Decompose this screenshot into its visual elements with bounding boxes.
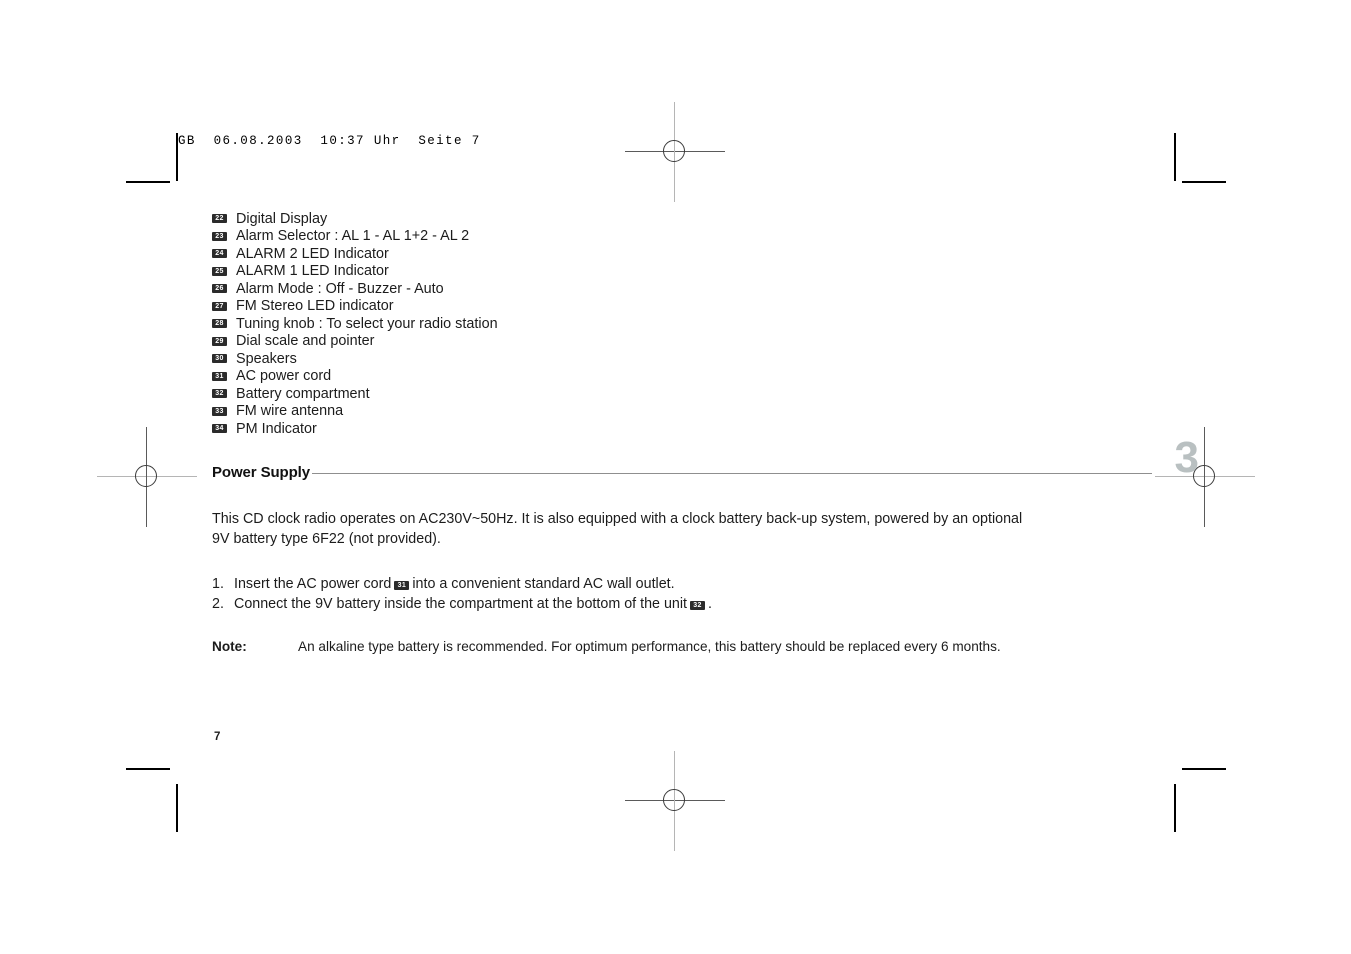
feature-list-item: 22 Digital Display	[212, 210, 1152, 228]
callout-number-badge: 28	[212, 319, 227, 329]
note-text: An alkaline type battery is recommended.…	[298, 638, 1001, 654]
feature-label: Digital Display	[236, 210, 328, 227]
feature-label: Alarm Selector : AL 1 - AL 1+2 - AL 2	[236, 228, 470, 245]
feature-list-item: 28 Tuning knob : To select your radio sta…	[212, 315, 1152, 333]
note-block: Note: An alkaline type battery is recomm…	[212, 639, 1152, 654]
feature-list-item: 31 AC power cord	[212, 368, 1152, 386]
feature-list-item: 29 Dial scale and pointer	[212, 333, 1152, 351]
feature-list-item: 25 ALARM 1 LED Indicator	[212, 263, 1152, 281]
step-text-before-badge: Connect the 9V battery inside the compar…	[234, 596, 687, 612]
feature-label: PM Indicator	[236, 420, 317, 437]
callout-number-badge: 29	[212, 336, 227, 346]
crop-mark-bottom-right-horizontal	[1182, 768, 1226, 770]
feature-label: FM wire antenna	[236, 403, 344, 420]
section-heading: Power Supply 3	[212, 435, 1199, 481]
callout-number-badge: 31	[212, 371, 227, 381]
feature-label: ALARM 2 LED Indicator	[236, 245, 389, 262]
registration-mark-right	[1155, 427, 1255, 527]
feature-callout-list: 22 Digital Display 23 Alarm Selector : AL 1…	[212, 210, 1152, 438]
callout-number-badge: 27	[212, 301, 227, 311]
feature-list-item: 27 FM Stereo LED indicator	[212, 298, 1152, 316]
feature-list-item: 23 Alarm Selector : AL 1 - AL 1+2 - AL 2	[212, 228, 1152, 246]
crop-mark-top-right-vertical	[1174, 133, 1176, 181]
crop-mark-top-right-horizontal	[1182, 181, 1226, 183]
chapter-number: 3	[1174, 432, 1200, 482]
feature-list-item: 34 PM Indicator	[212, 420, 1152, 438]
callout-number-badge: 34	[212, 424, 227, 434]
callout-number-badge: 33	[212, 406, 227, 416]
crop-mark-bottom-right-vertical	[1174, 784, 1176, 832]
heading-rule	[312, 472, 1152, 474]
registration-mark-top	[625, 102, 725, 202]
callout-number-badge: 25	[212, 266, 227, 276]
callout-number-badge: 23	[212, 231, 227, 241]
step-number: 2.	[212, 596, 224, 612]
feature-label: AC power cord	[236, 368, 332, 385]
callout-number-badge: 32	[212, 389, 227, 399]
intro-paragraph: This CD clock radio operates on AC230V~5…	[212, 510, 1023, 548]
callout-number-badge: 30	[212, 354, 227, 364]
step-text: Insert the AC power cord 31 into a conveni…	[234, 574, 675, 595]
step-row: 1. Insert the AC power cord 31 into a conve…	[212, 574, 1152, 595]
feature-label: Alarm Mode : Off - Buzzer - Auto	[236, 280, 444, 297]
registration-circle	[663, 789, 685, 811]
feature-label: ALARM 1 LED Indicator	[236, 263, 389, 280]
note-label: Note:	[212, 638, 247, 654]
page-content: 22 Digital Display 23 Alarm Selector : AL 1…	[212, 210, 1199, 654]
feature-label: Speakers	[236, 350, 297, 367]
crop-mark-bottom-left-horizontal	[126, 768, 170, 770]
feature-list-item: 33 FM wire antenna	[212, 403, 1152, 421]
feature-label: Battery compartment	[236, 385, 370, 402]
numbered-steps: 1. Insert the AC power cord 31 into a conve…	[212, 574, 1152, 615]
callout-number-badge: 31	[394, 580, 410, 590]
step-text-after-badge: .	[708, 596, 712, 612]
callout-number-badge: 22	[212, 214, 227, 224]
registration-mark-left	[97, 427, 197, 527]
file-header-strip: GB 06.08.2003 10:37 Uhr Seite 7	[178, 134, 481, 148]
step-row: 2. Connect the 9V battery inside the comp…	[212, 594, 1152, 615]
callout-number-badge: 26	[212, 284, 227, 294]
page-title: Power Supply	[212, 463, 310, 481]
feature-label: FM Stereo LED indicator	[236, 298, 394, 315]
page-folio-number: 7	[214, 731, 221, 743]
feature-list-item: 32 Battery compartment	[212, 385, 1152, 403]
step-text-before-badge: Insert the AC power cord	[234, 575, 392, 592]
step-text-after-badge: into a convenient standard AC wall outle…	[412, 575, 675, 592]
feature-list-item: 30 Speakers	[212, 350, 1152, 368]
crop-mark-bottom-left-vertical	[176, 784, 178, 832]
feature-list-item: 26 Alarm Mode : Off - Buzzer - Auto	[212, 280, 1152, 298]
step-text: Connect the 9V battery inside the compar…	[234, 594, 712, 615]
callout-number-badge: 24	[212, 249, 227, 259]
registration-mark-bottom	[625, 751, 725, 851]
registration-circle	[663, 140, 685, 162]
feature-label: Dial scale and pointer	[236, 333, 375, 350]
crop-mark-top-left-horizontal	[126, 181, 170, 183]
registration-circle	[135, 465, 157, 487]
feature-list-item: 24 ALARM 2 LED Indicator	[212, 245, 1152, 263]
callout-number-badge: 32	[690, 601, 705, 610]
step-number: 1.	[212, 575, 224, 592]
feature-label: Tuning knob : To select your radio stati…	[236, 315, 498, 332]
